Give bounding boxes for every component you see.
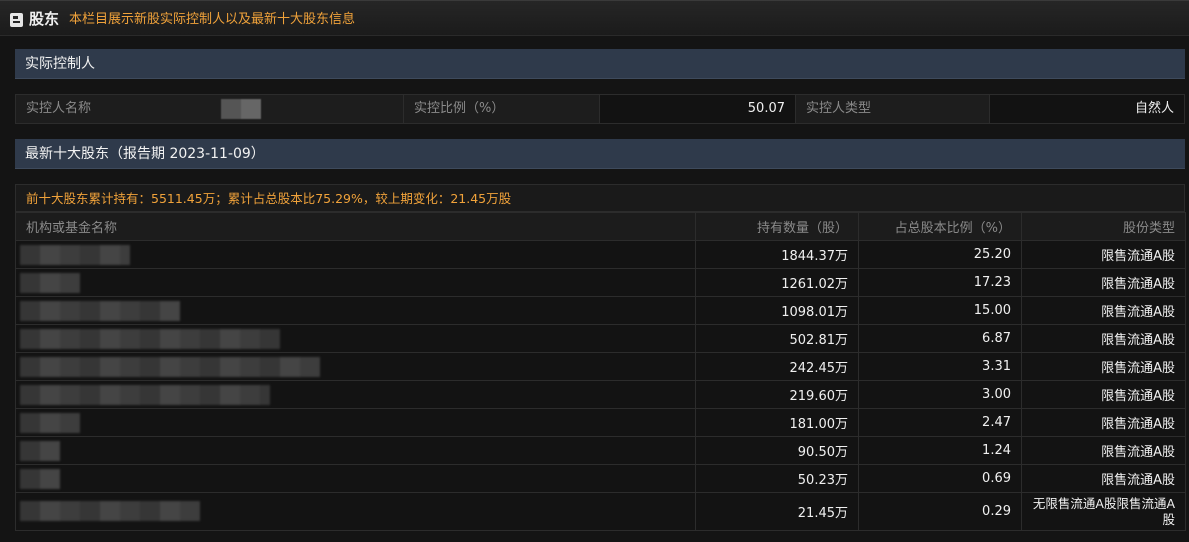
holder-percent: 0.69 — [858, 464, 1022, 493]
holder-name-redacted — [15, 324, 696, 353]
holder-share-type: 限售流通A股 — [1021, 436, 1186, 465]
holder-quantity: 1261.02万 — [695, 268, 859, 297]
controller-name-cell: 实控人名称 — [16, 95, 404, 123]
holder-percent: 17.23 — [858, 268, 1022, 297]
column-header-name: 机构或基金名称 — [15, 212, 696, 241]
holder-percent: 15.00 — [858, 296, 1022, 325]
table-row: 242.45万 3.31 限售流通A股 — [15, 352, 1186, 381]
holder-percent: 0.29 — [858, 492, 1022, 531]
holder-name-redacted — [15, 464, 696, 493]
holder-name-redacted — [15, 380, 696, 409]
holder-share-type: 限售流通A股 — [1021, 464, 1186, 493]
controller-type-label: 实控人类型 — [796, 95, 990, 123]
holders-section-title: 最新十大股东（报告期 2023-11-09） — [15, 139, 1185, 169]
controller-name-redacted — [221, 99, 261, 119]
table-row: 1261.02万 17.23 限售流通A股 — [15, 268, 1186, 297]
holder-share-type: 限售流通A股 — [1021, 240, 1186, 269]
column-header-percent: 占总股本比例（%） — [858, 212, 1022, 241]
holder-share-type: 限售流通A股 — [1021, 324, 1186, 353]
holder-quantity: 90.50万 — [695, 436, 859, 465]
holder-quantity: 1098.01万 — [695, 296, 859, 325]
holder-share-type: 限售流通A股 — [1021, 296, 1186, 325]
table-row: 1844.37万 25.20 限售流通A股 — [15, 240, 1186, 269]
table-row: 90.50万 1.24 限售流通A股 — [15, 436, 1186, 465]
table-row: 21.45万 0.29 无限售流通A股限售流通A股 — [15, 492, 1186, 531]
column-header-quantity: 持有数量（股） — [695, 212, 859, 241]
holder-percent: 1.24 — [858, 436, 1022, 465]
holder-percent: 3.00 — [858, 380, 1022, 409]
holder-name-redacted — [15, 436, 696, 465]
holder-quantity: 181.00万 — [695, 408, 859, 437]
holder-name-redacted — [15, 240, 696, 269]
holder-quantity: 219.60万 — [695, 380, 859, 409]
holder-share-type: 限售流通A股 — [1021, 380, 1186, 409]
table-row: 1098.01万 15.00 限售流通A股 — [15, 296, 1186, 325]
holder-name-redacted — [15, 492, 696, 531]
holder-name-redacted — [15, 268, 696, 297]
holder-share-type: 限售流通A股 — [1021, 408, 1186, 437]
holder-share-type: 无限售流通A股限售流通A股 — [1021, 492, 1186, 531]
holder-name-redacted — [15, 408, 696, 437]
holder-percent: 3.31 — [858, 352, 1022, 381]
holder-share-type: 限售流通A股 — [1021, 352, 1186, 381]
table-row: 50.23万 0.69 限售流通A股 — [15, 464, 1186, 493]
holder-percent: 6.87 — [858, 324, 1022, 353]
holder-quantity: 21.45万 — [695, 492, 859, 531]
holder-quantity: 242.45万 — [695, 352, 859, 381]
holder-quantity: 50.23万 — [695, 464, 859, 493]
controller-ratio-value: 50.07 — [600, 95, 796, 123]
controller-name-label: 实控人名称 — [26, 101, 92, 116]
column-header-share-type: 股份类型 — [1021, 212, 1186, 241]
table-row: 219.60万 3.00 限售流通A股 — [15, 380, 1186, 409]
section-title: 股东 — [29, 10, 60, 28]
holder-quantity: 502.81万 — [695, 324, 859, 353]
document-icon — [10, 13, 23, 27]
section-header: 股东 本栏目展示新股实际控制人以及最新十大股东信息 — [0, 0, 1189, 36]
table-row: 502.81万 6.87 限售流通A股 — [15, 324, 1186, 353]
controller-info-row: 实控人名称 实控比例（%） 50.07 实控人类型 自然人 — [15, 94, 1185, 124]
section-description: 本栏目展示新股实际控制人以及最新十大股东信息 — [69, 12, 356, 27]
holder-percent: 2.47 — [858, 408, 1022, 437]
controller-ratio-label: 实控比例（%） — [404, 95, 600, 123]
table-row: 181.00万 2.47 限售流通A股 — [15, 408, 1186, 437]
holder-percent: 25.20 — [858, 240, 1022, 269]
controller-type-value: 自然人 — [990, 95, 1184, 123]
holder-name-redacted — [15, 296, 696, 325]
holder-quantity: 1844.37万 — [695, 240, 859, 269]
holder-name-redacted — [15, 352, 696, 381]
holders-table: 机构或基金名称 持有数量（股） 占总股本比例（%） 股份类型 1844.37万 … — [15, 212, 1186, 531]
holders-summary: 前十大股东累计持有：5511.45万；累计占总股本比75.29%，较上期变化：2… — [15, 184, 1185, 212]
controller-section-title: 实际控制人 — [15, 49, 1185, 79]
table-header-row: 机构或基金名称 持有数量（股） 占总股本比例（%） 股份类型 — [15, 212, 1186, 241]
holder-share-type: 限售流通A股 — [1021, 268, 1186, 297]
